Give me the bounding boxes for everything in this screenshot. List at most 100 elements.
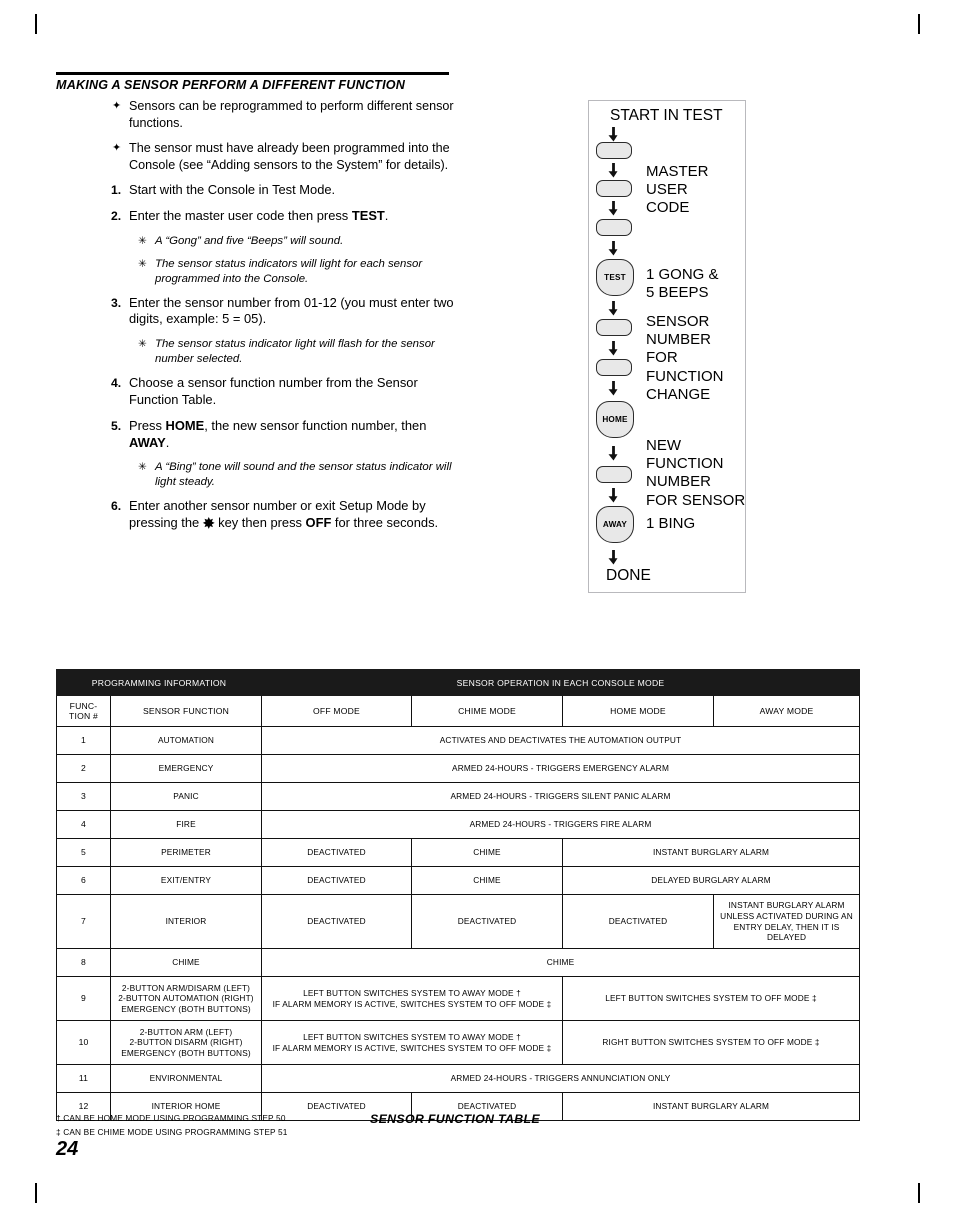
column-header-func-line2: TION # (69, 711, 98, 721)
down-arrow-icon (608, 446, 618, 461)
section-rule (56, 72, 449, 75)
flowchart-annotation-code: CODE (646, 199, 690, 217)
key-blank-1[interactable] (596, 142, 632, 159)
step-text: Press HOME, the new sensor function numb… (129, 417, 427, 450)
table-row: 11 ENVIRONMENTAL ARMED 24-HOURS - TRIGGE… (56, 1064, 861, 1093)
step-number: 1. (111, 183, 122, 197)
row-function-name: AUTOMATION (110, 726, 262, 755)
down-arrow-icon (608, 201, 618, 216)
column-header-function-number: FUNC- TION # (56, 695, 111, 727)
step-number: 2. (111, 208, 122, 223)
row-number: 5 (56, 838, 111, 867)
flowchart-annotation-function: FUNCTION (646, 367, 724, 385)
step-text: Enter the sensor number from 01-12 (you … (129, 294, 454, 327)
flowchart-annotation-master: MASTER (646, 163, 709, 180)
step-number: 6. (111, 499, 122, 514)
down-arrow-icon (608, 488, 618, 503)
row-function-line2: 2-BUTTON DISARM (RIGHT) (129, 1037, 243, 1048)
diamond-bullet-icon: ✦ (112, 100, 122, 112)
table-row: 2 EMERGENCY ARMED 24-HOURS - TRIGGERS EM… (56, 754, 861, 783)
crop-mark-bottom-left (35, 1183, 37, 1203)
table-row: 8 CHIME CHIME (56, 948, 861, 977)
row-function-line1: 2-BUTTON ARM/DISARM (LEFT) (121, 983, 251, 994)
sub-note: ✳ A “Gong” and five “Beeps” will sound. (56, 234, 456, 249)
flowchart-annotation-beeps: 5 BEEPS (646, 284, 709, 302)
row-function-line3: EMERGENCY (BOTH BUTTONS) (121, 1047, 251, 1058)
key-blank-3[interactable] (596, 219, 632, 236)
key-blank-6[interactable] (596, 466, 632, 483)
asterisk-bullet-icon: ✳ (138, 338, 147, 351)
key-blank-2[interactable] (596, 180, 632, 197)
row-off-chime-line1: LEFT BUTTON SWITCHES SYSTEM TO AWAY MODE… (303, 1031, 521, 1042)
row-off-chime-line1: LEFT BUTTON SWITCHES SYSTEM TO AWAY MODE… (303, 987, 521, 998)
key-test[interactable]: TEST (596, 259, 634, 296)
row-function-name: INTERIOR (110, 894, 262, 949)
table-row: 3 PANIC ARMED 24-HOURS - TRIGGERS SILENT… (56, 782, 861, 811)
step-number: 4. (111, 376, 122, 391)
row-off-mode: DEACTIVATED (261, 838, 412, 867)
row-number: 9 (56, 976, 111, 1021)
crop-mark-top-right (918, 14, 920, 34)
row-function-name: CHIME (110, 948, 262, 977)
key-blank-5[interactable] (596, 359, 632, 376)
sub-note: ✳ A “Bing” tone will sound and the senso… (56, 460, 456, 490)
row-home-away-mode: LEFT BUTTON SWITCHES SYSTEM TO OFF MODE … (561, 976, 861, 1021)
step-item: 2. Enter the master user code then press… (56, 208, 456, 225)
key-home-label: HOME (602, 415, 628, 424)
bullet-item: ✦ Sensors can be reprogrammed to perform… (56, 98, 456, 131)
table-row: 1 AUTOMATION ACTIVATES AND DEACTIVATES T… (56, 726, 861, 755)
bullet-text: The sensor must have already been progra… (129, 141, 450, 172)
sub-note-text: A “Gong” and five “Beeps” will sound. (155, 234, 344, 247)
crop-mark-top-left (35, 14, 37, 34)
flowchart-annotation-change: CHANGE (646, 385, 711, 403)
row-function-name: PERIMETER (110, 838, 262, 867)
row-function-line1: 2-BUTTON ARM (LEFT) (139, 1027, 233, 1038)
row-span-all: ARMED 24-HOURS - TRIGGERS EMERGENCY ALAR… (260, 754, 861, 783)
sub-note-text: The sensor status indicator light will f… (155, 338, 435, 366)
key-away[interactable]: AWAY (596, 506, 634, 543)
down-arrow-icon (608, 550, 618, 565)
row-number: 8 (56, 948, 111, 977)
flowchart-annotation-newnumber: NUMBER (646, 473, 712, 491)
down-arrow-icon (608, 301, 618, 316)
table-row: 7 INTERIOR DEACTIVATED DEACTIVATED DEACT… (56, 894, 861, 949)
flowchart-annotation-user: USER (646, 181, 688, 199)
row-off-chime-line2: IF ALARM MEMORY IS ACTIVE, SWITCHES SYST… (272, 998, 552, 1009)
row-home-mode: DEACTIVATED (562, 894, 714, 949)
row-function-name: EMERGENCY (110, 754, 262, 783)
row-off-chime-line2: IF ALARM MEMORY IS ACTIVE, SWITCHES SYST… (272, 1042, 552, 1053)
row-span-all: ARMED 24-HOURS - TRIGGERS ANNUNCIATION O… (260, 1064, 861, 1093)
step-text: Enter another sensor number or exit Setu… (129, 498, 439, 532)
row-span-all: ARMED 24-HOURS - TRIGGERS SILENT PANIC A… (260, 782, 861, 811)
table-row: 9 2-BUTTON ARM/DISARM (LEFT) 2-BUTTON AU… (56, 976, 861, 1021)
asterisk-bullet-icon: ✳ (138, 257, 147, 270)
step-item: 4. Choose a sensor function number from … (56, 375, 456, 409)
key-home[interactable]: HOME (596, 401, 634, 438)
down-arrow-icon (608, 127, 618, 142)
row-number: 6 (56, 866, 111, 895)
asterisk-bullet-icon: ✳ (138, 234, 147, 247)
down-arrow-icon (608, 241, 618, 256)
column-header-away-mode: AWAY MODE (712, 695, 861, 727)
step-text: Choose a sensor function number from the… (129, 375, 418, 407)
table-footnotes: † CAN BE HOME MODE USING PROGRAMMING STE… (56, 1111, 386, 1139)
table-row: 10 2-BUTTON ARM (LEFT) 2-BUTTON DISARM (… (56, 1020, 861, 1065)
flowchart-annotation-new: NEW (646, 437, 681, 454)
row-chime-mode: CHIME (411, 838, 563, 867)
table-caption: SENSOR FUNCTION TABLE (370, 1112, 540, 1126)
flowchart-end-label: DONE (606, 567, 651, 584)
crop-mark-bottom-right (918, 1183, 920, 1203)
row-off-chime-mode: LEFT BUTTON SWITCHES SYSTEM TO AWAY MODE… (261, 1020, 563, 1065)
sub-note: ✳ The sensor status indicator light will… (56, 337, 456, 367)
table-row: 4 FIRE ARMED 24-HOURS - TRIGGERS FIRE AL… (56, 810, 861, 839)
step-text: Start with the Console in Test Mode. (129, 182, 336, 197)
row-span-all: CHIME (260, 948, 861, 977)
table-row: 6 EXIT/ENTRY DEACTIVATED CHIME DELAYED B… (56, 866, 861, 895)
sub-note: ✳ The sensor status indicators will ligh… (56, 257, 456, 287)
row-home-away-mode: RIGHT BUTTON SWITCHES SYSTEM TO OFF MODE… (561, 1020, 861, 1065)
key-blank-4[interactable] (596, 319, 632, 336)
row-function-name: ENVIRONMENTAL (110, 1064, 262, 1093)
flowchart-annotation-forsensor: FOR SENSOR (646, 491, 746, 509)
down-arrow-icon (608, 381, 618, 396)
band-sensor-operation: SENSOR OPERATION IN EACH CONSOLE MODE (260, 669, 861, 696)
